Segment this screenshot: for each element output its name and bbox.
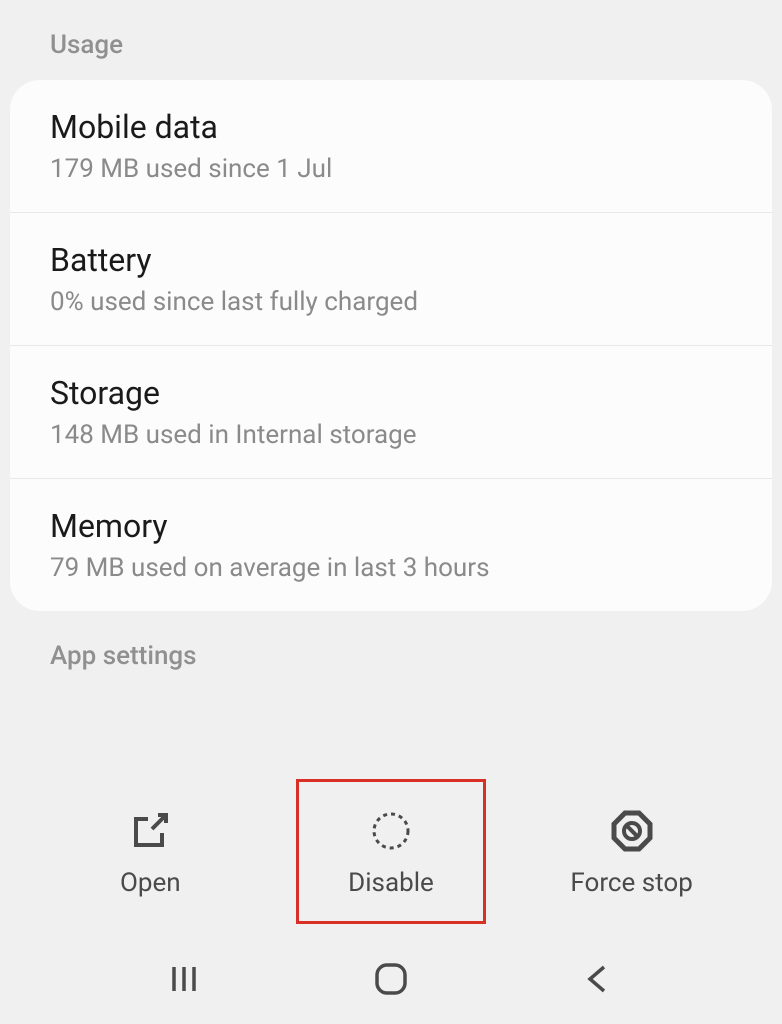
force-stop-icon (607, 806, 657, 856)
usage-section-header: Usage (0, 0, 782, 80)
usage-card: Mobile data 179 MB used since 1 Jul Batt… (10, 80, 772, 611)
disable-label: Disable (348, 868, 434, 898)
memory-subtitle: 79 MB used on average in last 3 hours (50, 553, 732, 583)
action-bar: Open Disable Force stop (0, 779, 782, 924)
battery-subtitle: 0% used since last fully charged (50, 287, 732, 317)
back-icon (578, 959, 618, 999)
app-settings-header: App settings (0, 611, 782, 671)
recents-icon (164, 959, 204, 999)
open-button[interactable]: Open (55, 779, 245, 924)
battery-title: Battery (50, 241, 732, 279)
disable-button[interactable]: Disable (296, 779, 486, 924)
mobile-data-title: Mobile data (50, 108, 732, 146)
home-icon (369, 957, 413, 1001)
mobile-data-item[interactable]: Mobile data 179 MB used since 1 Jul (10, 80, 772, 213)
battery-item[interactable]: Battery 0% used since last fully charged (10, 213, 772, 346)
force-stop-label: Force stop (570, 868, 692, 898)
home-button[interactable] (361, 954, 421, 1004)
storage-title: Storage (50, 374, 732, 412)
storage-subtitle: 148 MB used in Internal storage (50, 420, 732, 450)
force-stop-button[interactable]: Force stop (537, 779, 727, 924)
disable-icon (366, 806, 416, 856)
navigation-bar (0, 954, 782, 1004)
memory-title: Memory (50, 507, 732, 545)
mobile-data-subtitle: 179 MB used since 1 Jul (50, 154, 732, 184)
recents-button[interactable] (154, 954, 214, 1004)
open-icon (125, 806, 175, 856)
open-label: Open (120, 868, 181, 898)
storage-item[interactable]: Storage 148 MB used in Internal storage (10, 346, 772, 479)
back-button[interactable] (568, 954, 628, 1004)
memory-item[interactable]: Memory 79 MB used on average in last 3 h… (10, 479, 772, 611)
